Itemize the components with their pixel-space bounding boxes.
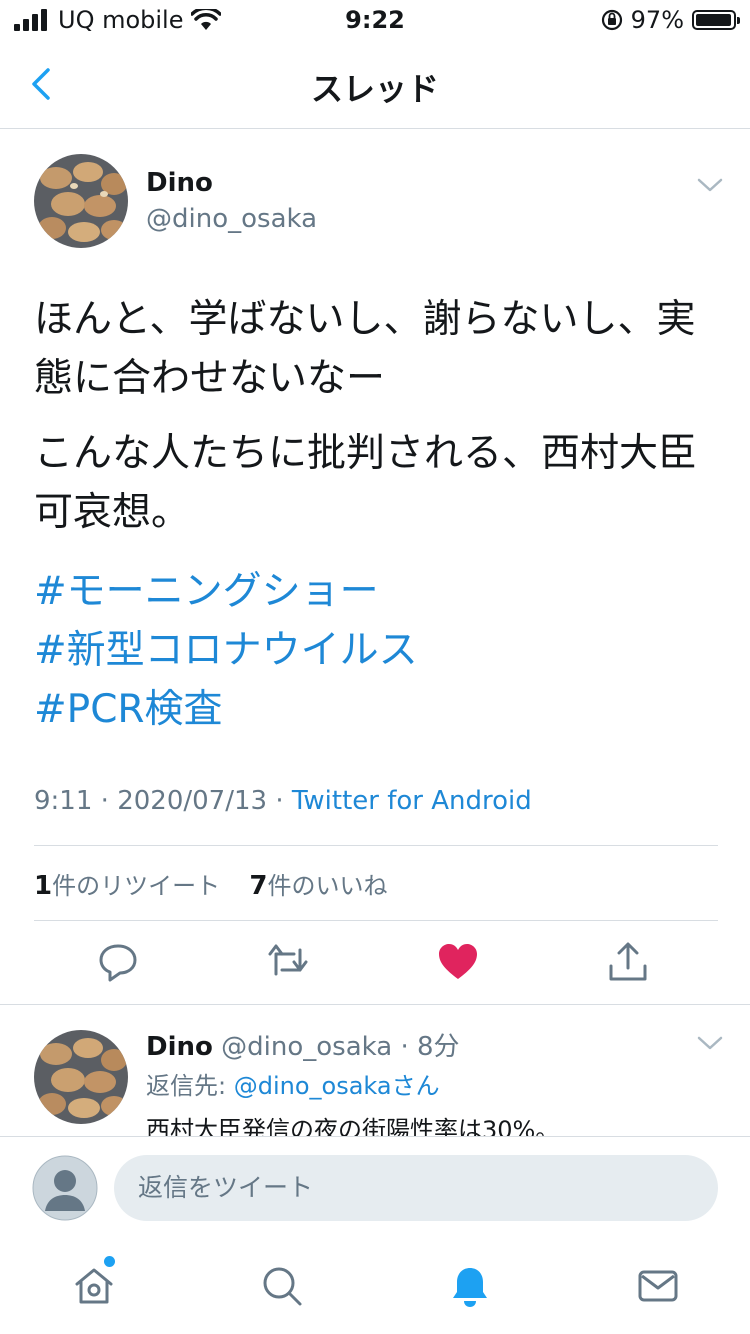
status-bar: UQ mobile 9:22 97% xyxy=(0,0,750,40)
reply-icon[interactable] xyxy=(96,940,140,984)
reply-display-name[interactable]: Dino xyxy=(146,1032,213,1062)
user-avatar-icon[interactable] xyxy=(32,1155,98,1221)
replying-to-label: 返信先: xyxy=(146,1072,227,1100)
like-count: 7 xyxy=(249,871,268,901)
tweet-text: ほんと、学ばないし、謝らないし、実態に合わせないなー こんな人たちに批判される、… xyxy=(34,290,724,558)
tweet-date: 2020/07/13 xyxy=(117,786,268,816)
tweet-meta: 9:11 · 2020/07/13 · Twitter for Android xyxy=(34,786,532,816)
search-icon[interactable] xyxy=(260,1264,304,1308)
nav-bar: スレッド xyxy=(0,40,750,129)
share-icon[interactable] xyxy=(606,940,650,984)
chevron-down-icon[interactable] xyxy=(696,1034,724,1052)
notifications-icon[interactable] xyxy=(448,1264,492,1308)
liked-heart-icon[interactable] xyxy=(436,940,480,984)
messages-icon[interactable] xyxy=(636,1264,680,1308)
tweet-paragraph: こんな人たちに批判される、西村大臣可哀想。 xyxy=(34,431,698,535)
user-handle[interactable]: @dino_osaka xyxy=(146,204,317,234)
tweet-actions xyxy=(0,940,750,1004)
home-icon[interactable] xyxy=(72,1264,116,1308)
tab-bar xyxy=(0,1236,750,1334)
hashtag-link[interactable]: #新型コロナウイルス xyxy=(34,621,418,680)
retweet-icon[interactable] xyxy=(266,940,310,984)
tweet-time: 9:11 xyxy=(34,786,93,816)
tweet-paragraph: ほんと、学ばないし、謝らないし、実態に合わせないなー xyxy=(34,297,696,401)
battery-icon xyxy=(692,10,740,30)
tweet-stats: 1件のリツイート 7件のいいね xyxy=(34,866,387,901)
retweet-label: 件のリツイート xyxy=(52,872,221,900)
reply-handle[interactable]: @dino_osaka xyxy=(221,1032,392,1062)
divider xyxy=(0,1004,750,1005)
reply-input[interactable]: 返信をツイート xyxy=(114,1155,718,1221)
chevron-down-icon[interactable] xyxy=(696,176,724,194)
reply-composer: 返信をツイート xyxy=(0,1136,750,1237)
display-name[interactable]: Dino xyxy=(146,168,213,198)
reply-text: 西村大臣発信の夜の街陽性率は30%。 xyxy=(146,1116,560,1136)
replying-to-handle[interactable]: @dino_osaka xyxy=(234,1072,392,1100)
hashtag-link[interactable]: #PCR検査 xyxy=(34,680,418,739)
divider xyxy=(34,920,718,921)
divider xyxy=(34,845,718,846)
reply-header: Dino @dino_osaka · 8分 xyxy=(146,1032,460,1062)
likes-stat[interactable]: 7件のいいね xyxy=(249,871,388,901)
like-label: 件のいいね xyxy=(267,872,388,900)
replying-to-suffix: さん xyxy=(391,1072,440,1100)
retweets-stat[interactable]: 1件のリツイート xyxy=(34,871,221,901)
avatar-image xyxy=(34,1030,128,1124)
tweet-source-link[interactable]: Twitter for Android xyxy=(292,786,532,816)
page-title: スレッド xyxy=(310,70,439,108)
reply-age: 8分 xyxy=(416,1032,460,1062)
avatar[interactable] xyxy=(34,154,128,248)
retweet-count: 1 xyxy=(34,871,53,901)
hashtags: #モーニングショー #新型コロナウイルス #PCR検査 xyxy=(34,562,418,739)
status-right: 97% xyxy=(601,6,740,34)
replying-to: 返信先: @dino_osakaさん xyxy=(146,1066,440,1101)
battery-level-fill xyxy=(696,14,731,26)
home-notification-dot xyxy=(104,1256,115,1267)
hashtag-link[interactable]: #モーニングショー xyxy=(34,562,418,621)
orientation-lock-icon xyxy=(601,9,622,31)
battery-percent: 97% xyxy=(630,6,684,34)
reply-avatar[interactable] xyxy=(34,1030,128,1124)
avatar-image xyxy=(34,154,128,248)
